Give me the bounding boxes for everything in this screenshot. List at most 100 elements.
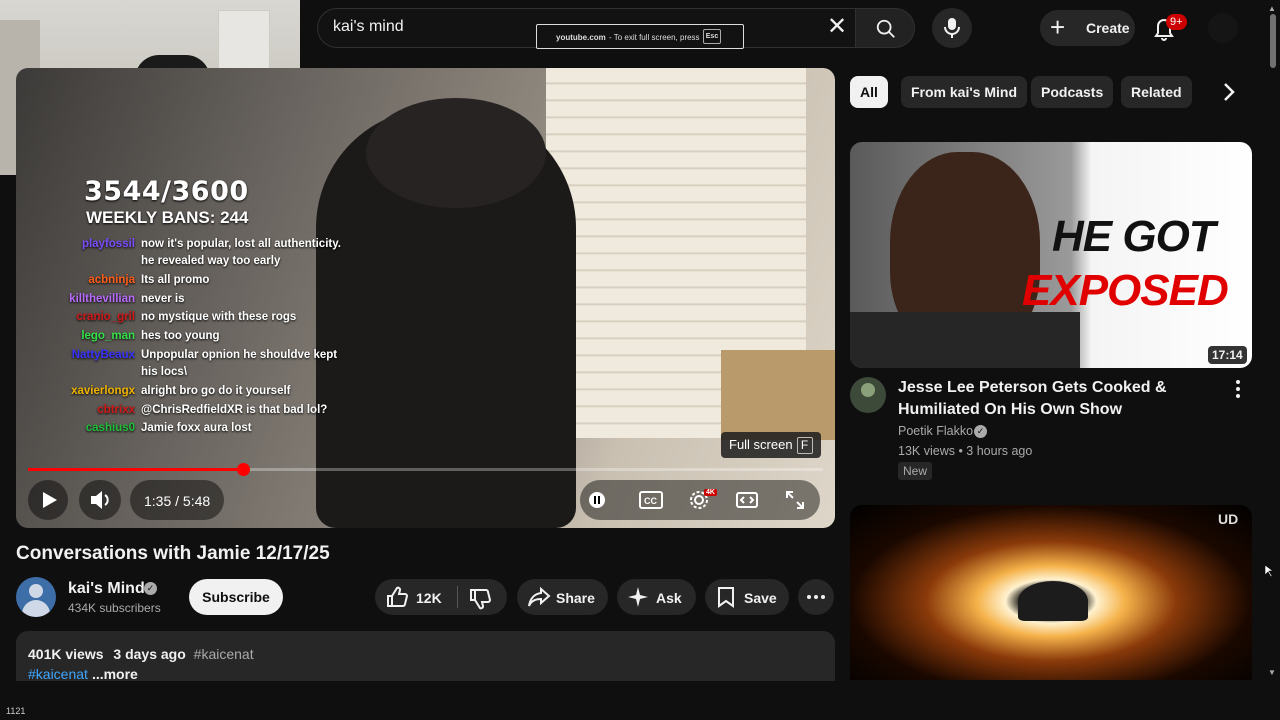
fullscreen-exit-toast: youtube.com - To exit full screen, press… [536,24,744,49]
ask-button[interactable]: Ask [617,579,696,615]
chat-username: killthevillian [69,293,135,305]
chip-related[interactable]: Related [1121,76,1192,108]
chat-username: xavierlongx [71,385,135,397]
chat-username: cranio_gril [76,311,135,323]
chat-message: cashius0 Jamie foxx aura lost [53,422,252,434]
play-button[interactable] [28,480,68,520]
fullscreen-icon[interactable] [785,490,805,510]
fullscreen-tooltip: Full screen F [721,432,821,458]
new-badge: New [898,462,933,480]
recommendation-meta: 13K views • 3 hours ago [898,444,1033,458]
like-count[interactable]: 12K [416,590,442,606]
chat-message: NattyBeaux Unpopular opnion he shouldve k… [53,349,337,361]
chat-username: cashius0 [85,422,135,434]
chat-message: xavierlongx alright bro go do it yourself [53,385,291,397]
weekly-bans: WEEKLY BANS: 244 [86,208,249,227]
captions-icon[interactable]: CC [639,491,663,509]
share-button[interactable]: Share [517,579,608,615]
chat-username: cbtrixx [97,404,135,416]
like-icon[interactable] [386,586,408,608]
recommendation-channel[interactable]: Poetik Flakko [898,424,973,438]
microphone-icon [944,18,960,38]
share-label: Share [556,590,595,606]
account-avatar[interactable] [1208,13,1238,43]
chip-podcasts[interactable]: Podcasts [1031,76,1114,108]
recommendation-title[interactable]: Jesse Lee Peterson Gets Cooked & Humilia… [898,377,1218,421]
verified-check-icon: ✓ [144,582,157,595]
chat-text: Jamie foxx aura lost [141,422,252,434]
chat-text-continued: he revealed way too early [141,255,281,267]
chat-message: lego_man hes too young [53,330,220,342]
recommendation-thumbnail-2[interactable] [850,505,1252,680]
search-button[interactable] [855,8,915,48]
chat-text: hes too young [141,330,220,342]
view-count: 401K views [28,646,104,662]
create-label: Create [1086,20,1130,36]
chat-message: cranio_gril no mystique with these rogs [53,311,296,323]
footer-counter: 1121 [6,706,26,716]
channel-name[interactable]: kai's Mind [68,580,145,598]
chat-text: no mystique with these rogs [141,311,297,323]
save-label: Save [744,590,777,606]
chat-text: Unpopular opnion he shouldve kept [141,349,338,361]
chat-message: playfossil now it's popular, lost all aut… [53,238,341,250]
progress-scrubber[interactable] [237,463,250,476]
volume-button[interactable] [79,480,121,520]
scroll-up-arrow-icon[interactable]: ▲ [1268,4,1276,13]
chat-text: @ChrisRedfieldXR is that bad lol? [141,404,328,416]
scrollbar-thumb[interactable] [1270,14,1276,68]
chat-username: lego_man [81,330,135,342]
volume-icon [91,491,109,509]
autoplay-toggle-icon[interactable] [589,492,605,508]
chip-from-channel[interactable]: From kai's Mind [901,76,1028,108]
theater-mode-icon[interactable] [736,491,758,509]
quality-badge: 4K [704,489,717,496]
stream-counter: 3544/3600 [84,176,249,207]
subscriber-count: 434K subscribers [68,601,161,615]
chip-all[interactable]: All [850,76,888,108]
chat-message: cbtrixx @ChrisRedfieldXR is that bad lol? [53,404,327,416]
clear-search-icon[interactable]: ✕ [825,15,849,40]
chat-text: now it's popular, lost all authenticity. [141,238,341,250]
hashtag-link[interactable]: #kaicenat [194,646,254,662]
sparkle-icon [628,587,648,607]
more-vertical-icon[interactable] [1236,380,1240,398]
fullscreen-tooltip-label: Full screen [729,437,793,452]
chat-username: playfossil [81,238,135,250]
chat-text-continued: his locs\ [141,366,188,378]
thumbnail-text-line2: EXPOSED [1022,266,1229,315]
thumbnail-text-line1: HE GOT [1052,212,1216,261]
share-icon [528,586,551,607]
chevron-right-icon[interactable] [1218,80,1240,104]
ask-label: Ask [656,590,682,606]
voice-search-button[interactable] [932,8,972,48]
toast-message: - To exit full screen, press [609,33,700,42]
chat-username: NattyBeaux [71,349,135,361]
progress-played [28,468,243,471]
description-text: #kaicenat ...more [28,666,138,682]
upload-age: 3 days ago [113,646,186,662]
more-actions-button[interactable] [798,579,834,615]
duration-badge: 17:14 [1208,346,1247,364]
video-title: Conversations with Jamie 12/17/25 [16,543,330,564]
toast-site: youtube.com [556,33,606,42]
bookmark-icon [718,587,734,608]
channel-avatar[interactable] [16,577,56,617]
chat-text: alright bro go do it yourself [141,385,291,397]
time-readout: 1:35 / 5:48 [144,493,211,509]
chat-text: Its all promo [141,274,210,286]
chat-text: never is [141,293,185,305]
show-more-link[interactable]: ...more [92,666,138,682]
subscribe-button[interactable]: Subscribe [189,579,283,615]
save-button[interactable]: Save [705,579,789,615]
fullscreen-tooltip-key: F [796,437,813,454]
verified-check-icon: ✓ [974,425,987,438]
thumbnail-channel-logo: UD [1218,511,1239,527]
dislike-icon[interactable] [469,588,491,610]
hashtag-link-2[interactable]: #kaicenat [28,666,88,682]
scroll-down-arrow-icon[interactable]: ▼ [1268,668,1276,677]
create-button[interactable]: + Create [1040,10,1135,46]
mouse-cursor-icon [1265,565,1273,577]
recommendation-channel-avatar[interactable] [850,377,886,413]
search-query[interactable]: kai's mind [333,18,404,36]
